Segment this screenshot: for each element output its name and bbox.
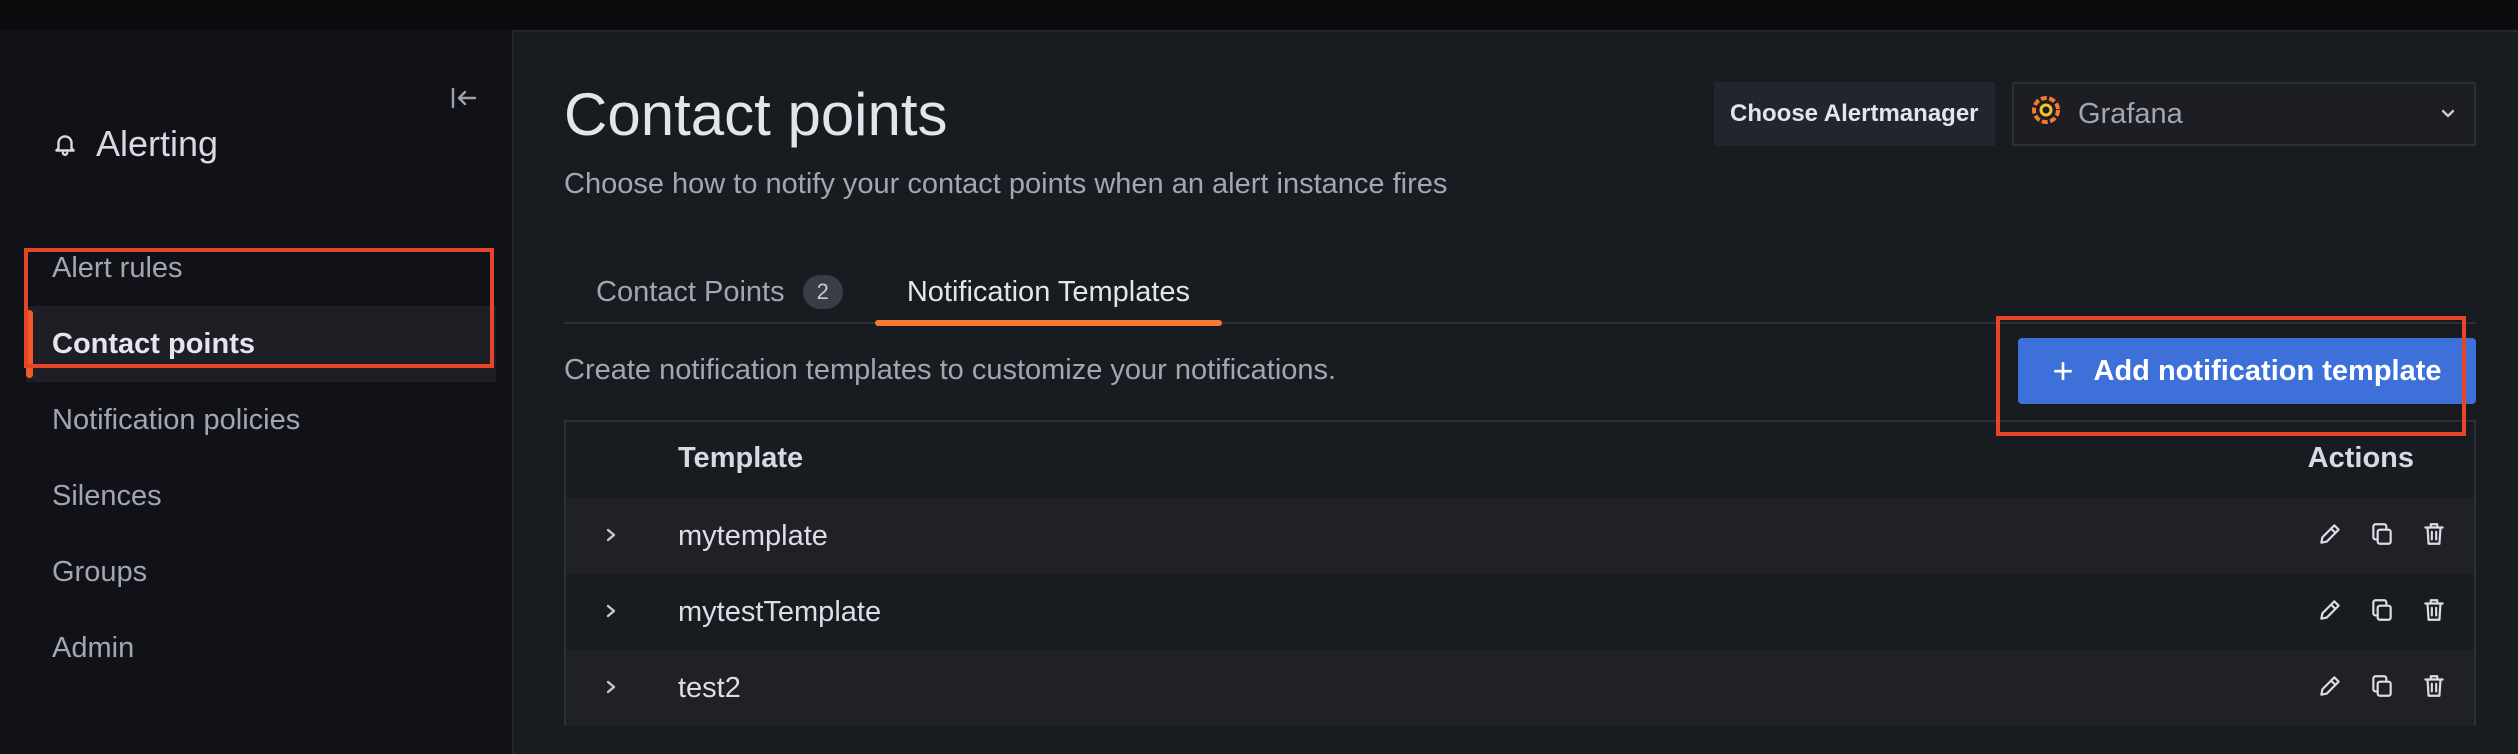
- sidebar-item-contact-points[interactable]: Contact points: [26, 306, 496, 382]
- copy-icon[interactable]: [2368, 518, 2396, 550]
- sidebar-item-groups[interactable]: Groups: [0, 534, 512, 610]
- section-header: Alerting: [52, 122, 218, 166]
- pencil-icon[interactable]: [2316, 594, 2344, 626]
- main-content: Contact points Choose how to notify your…: [512, 30, 2518, 754]
- copy-icon[interactable]: [2368, 670, 2396, 702]
- table-row: test2: [566, 650, 2474, 726]
- row-actions: [2316, 518, 2448, 550]
- column-header-actions: Actions: [2307, 442, 2414, 474]
- tab-label: Contact Points: [596, 275, 785, 308]
- templates-table: Template Actions mytemplate mytestTempla…: [564, 420, 2476, 726]
- sidebar-item-label: Groups: [52, 555, 148, 588]
- bell-icon: [52, 131, 78, 157]
- chevron-right-icon[interactable]: [596, 596, 626, 626]
- tab-notification-templates[interactable]: Notification Templates: [874, 260, 1223, 326]
- sidebar-item-label: Admin: [52, 631, 135, 664]
- add-notification-template-button[interactable]: + Add notification template: [2018, 338, 2476, 404]
- collapse-left-icon[interactable]: [446, 80, 482, 116]
- alertmanager-label: Choose Alertmanager: [1714, 82, 1995, 146]
- table-row: mytestTemplate: [566, 574, 2474, 650]
- trash-icon[interactable]: [2420, 670, 2448, 702]
- template-name: test2: [678, 672, 741, 704]
- pencil-icon[interactable]: [2316, 518, 2344, 550]
- tab-bar: Contact Points 2 Notification Templates: [564, 260, 2476, 326]
- sidebar-item-alert-rules[interactable]: Alert rules: [0, 230, 512, 306]
- template-name: mytestTemplate: [678, 596, 882, 628]
- plus-icon: +: [2052, 350, 2074, 391]
- page-title: Contact points: [564, 81, 948, 148]
- sidebar-item-label: Silences: [52, 479, 162, 512]
- top-bar: [0, 0, 2518, 30]
- pencil-icon[interactable]: [2316, 670, 2344, 702]
- trash-icon[interactable]: [2420, 594, 2448, 626]
- sidebar-item-label: Contact points: [52, 327, 255, 360]
- template-name: mytemplate: [678, 520, 828, 552]
- table-body: mytemplate mytestTemplate test2: [566, 498, 2474, 726]
- chevron-right-icon[interactable]: [596, 672, 626, 702]
- row-actions: [2316, 594, 2448, 626]
- templates-description: Create notification templates to customi…: [564, 354, 1337, 386]
- section-title: Alerting: [96, 123, 219, 164]
- alertmanager-select[interactable]: Grafana: [2012, 82, 2476, 146]
- table-header: Template Actions: [566, 422, 2474, 498]
- alertmanager-value: Grafana: [2078, 97, 2183, 130]
- chevron-down-icon: [2438, 98, 2458, 131]
- sidebar-item-admin[interactable]: Admin: [0, 610, 512, 686]
- tab-label: Notification Templates: [906, 275, 1191, 308]
- tab-contact-points[interactable]: Contact Points 2: [564, 260, 875, 324]
- sidebar-item-silences[interactable]: Silences: [0, 458, 512, 534]
- table-row: mytemplate: [566, 498, 2474, 574]
- trash-icon[interactable]: [2420, 518, 2448, 550]
- sidebar-item-notification-policies[interactable]: Notification policies: [0, 382, 512, 458]
- add-button-label: Add notification template: [2093, 354, 2442, 387]
- sidebar-item-label: Notification policies: [52, 403, 301, 436]
- grafana-logo-icon: [2030, 94, 2062, 134]
- column-header-template: Template: [678, 442, 804, 474]
- sidebar: Alerting Alert rules Contact points Noti…: [0, 30, 512, 754]
- count-badge: 2: [802, 275, 843, 309]
- chevron-right-icon[interactable]: [596, 520, 626, 550]
- copy-icon[interactable]: [2368, 594, 2396, 626]
- sidebar-item-label: Alert rules: [52, 251, 183, 284]
- row-actions: [2316, 670, 2448, 702]
- sidebar-nav: Alert rules Contact points Notification …: [0, 230, 512, 686]
- page-subtitle: Choose how to notify your contact points…: [564, 168, 1448, 200]
